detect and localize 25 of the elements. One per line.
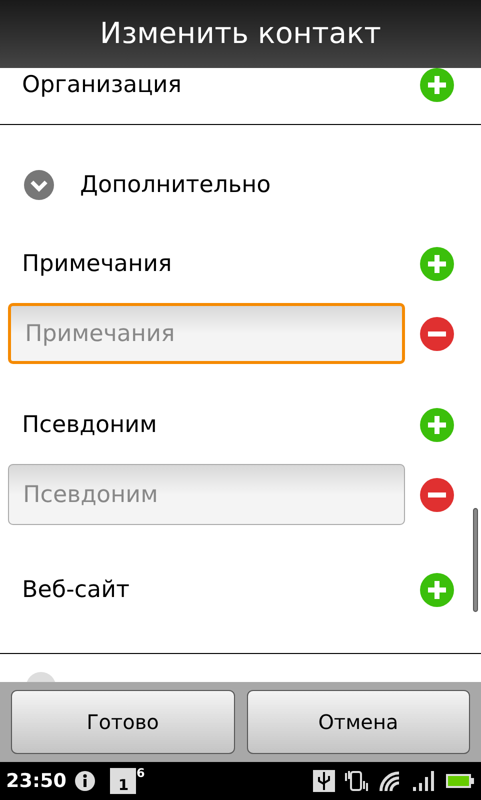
chevron-icon[interactable]	[24, 170, 54, 200]
section-label: Веб-сайт	[22, 576, 130, 605]
battery-icon	[445, 771, 475, 791]
notification-count: 6	[136, 765, 145, 782]
window-title: Изменить контакт	[100, 15, 382, 52]
remove-icon[interactable]	[420, 316, 454, 350]
calendar-day: 1	[118, 778, 129, 793]
add-icon[interactable]	[420, 408, 454, 442]
add-icon[interactable]	[420, 68, 454, 102]
usb-icon	[313, 768, 335, 794]
text-field[interactable]: Примечания	[8, 303, 405, 364]
section-label: Псевдоним	[22, 410, 157, 440]
info-icon	[74, 770, 96, 792]
text-field[interactable]: Псевдоним	[8, 464, 405, 525]
section-label: Организация	[22, 70, 182, 100]
section-header[interactable]: Дополнительно	[80, 168, 271, 202]
section-label: Примечания	[22, 250, 172, 279]
add-icon[interactable]	[420, 247, 454, 281]
dialog-button[interactable]: Готово	[11, 690, 234, 754]
remove-icon[interactable]	[420, 478, 454, 512]
signal-icon	[411, 769, 437, 793]
add-icon[interactable]	[420, 573, 454, 607]
clock: 23:50	[6, 768, 66, 794]
vibrate-icon	[343, 769, 369, 793]
dialog-button[interactable]: Отмена	[246, 690, 470, 754]
